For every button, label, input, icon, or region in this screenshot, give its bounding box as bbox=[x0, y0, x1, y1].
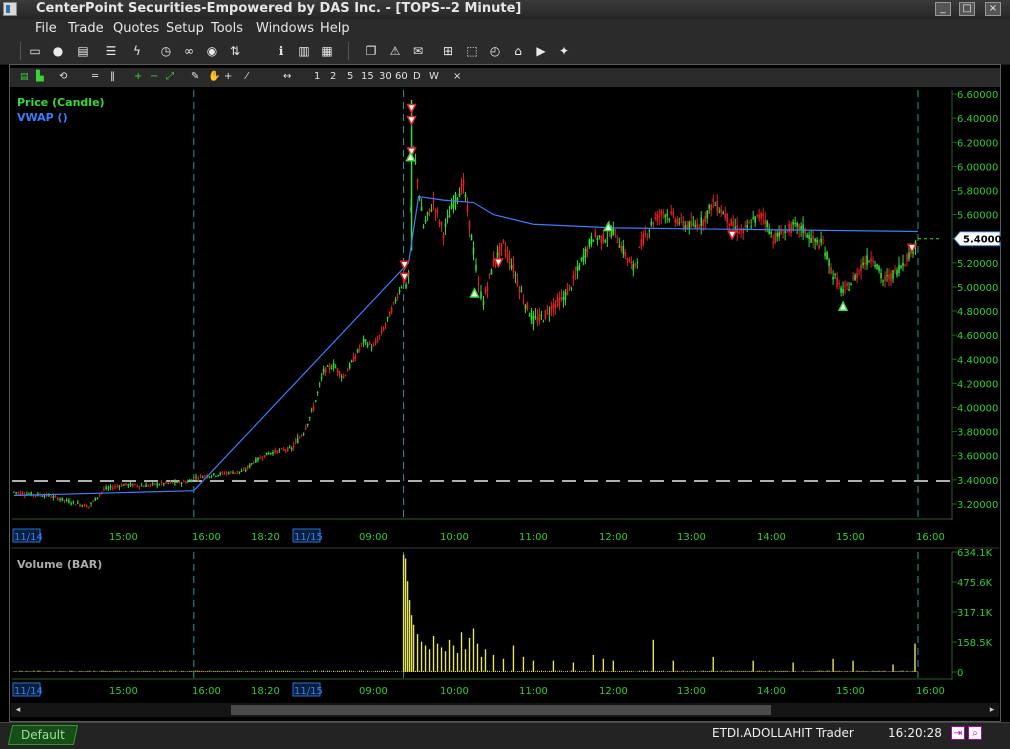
timer-icon[interactable]: ◴ bbox=[488, 44, 502, 58]
window-title: CenterPoint Securities-Empowered by DAS … bbox=[36, 1, 522, 16]
account-label: ETDI.ADOLLAHIT bbox=[712, 726, 813, 740]
vline-icon[interactable]: ‖ bbox=[110, 70, 115, 84]
user-icon[interactable]: ● bbox=[51, 44, 65, 58]
network-icon[interactable]: ⊞ bbox=[441, 44, 455, 58]
menu-tools[interactable]: Tools bbox=[211, 21, 243, 36]
interval-5[interactable]: 5 bbox=[347, 70, 353, 84]
minimize-button[interactable]: _ bbox=[935, 2, 951, 16]
chart-toolbar: ▤ ▙ ⟲ ═ ‖ + − ⤢ ✎ ✋ + ⁄ ↔ 1 2 5 15 30 60… bbox=[10, 68, 1000, 87]
sum-icon[interactable]: ▤ bbox=[20, 70, 29, 84]
flash-icon[interactable]: ϟ bbox=[130, 44, 144, 58]
montage-icon[interactable]: ▭ bbox=[28, 44, 42, 58]
list-icon[interactable]: ▤ bbox=[76, 44, 90, 58]
trendline-icon[interactable]: ⁄ bbox=[246, 70, 248, 84]
login-icon[interactable]: ⇥ bbox=[951, 726, 965, 740]
refresh-icon[interactable]: ⟲ bbox=[59, 70, 67, 84]
link-icon[interactable]: ∞ bbox=[182, 44, 196, 58]
youtube-icon[interactable]: ▶ bbox=[534, 44, 548, 58]
menu-quotes[interactable]: Quotes bbox=[113, 21, 159, 36]
menu-bar: File Trade Quotes Setup Tools Windows He… bbox=[0, 19, 1010, 54]
legend-vwap: VWAP () bbox=[17, 111, 68, 124]
home-icon[interactable]: ⌂ bbox=[511, 44, 525, 58]
status-bar: Default ETDI.ADOLLAHIT Trader 16:20:28 ⇥… bbox=[0, 722, 1010, 749]
twitter-icon[interactable]: ✦ bbox=[557, 44, 571, 58]
title-bar: CenterPoint Securities-Empowered by DAS … bbox=[0, 0, 1010, 20]
arrows-icon[interactable]: ⇅ bbox=[228, 44, 242, 58]
search-icon[interactable]: ⌕ bbox=[968, 726, 982, 740]
mail-icon[interactable]: ✉ bbox=[411, 44, 425, 58]
menu-file[interactable]: File bbox=[35, 21, 57, 36]
close-button[interactable]: × bbox=[985, 2, 1001, 16]
scroll-right-icon[interactable]: ▸ bbox=[987, 705, 997, 715]
pan-icon[interactable]: ↔ bbox=[283, 70, 291, 84]
clock-icon[interactable]: ◷ bbox=[159, 44, 173, 58]
copy-icon[interactable]: ❐ bbox=[364, 44, 378, 58]
fit-icon[interactable]: ⤢ bbox=[166, 70, 174, 84]
interval-1[interactable]: 1 bbox=[314, 70, 320, 84]
close-chart-toolbar-icon[interactable]: × bbox=[453, 70, 461, 84]
warning-icon[interactable]: ⚠ bbox=[388, 44, 402, 58]
interval-2[interactable]: 2 bbox=[330, 70, 336, 84]
crosshair-icon[interactable]: + bbox=[224, 70, 232, 84]
menu-setup[interactable]: Setup bbox=[166, 21, 204, 36]
interval-W[interactable]: W bbox=[429, 70, 439, 84]
chart-horizontal-scrollbar[interactable]: ◂ ▸ bbox=[11, 703, 999, 717]
interval-15[interactable]: 15 bbox=[361, 70, 374, 84]
chart-window bbox=[9, 64, 1001, 722]
info-icon[interactable]: ℹ bbox=[274, 44, 288, 58]
clock-label: 16:20:28 bbox=[888, 726, 942, 740]
hline-icon[interactable]: ═ bbox=[92, 70, 98, 84]
eye-icon[interactable]: ◉ bbox=[205, 44, 219, 58]
role-label: Trader bbox=[816, 726, 854, 740]
legend-volume: Volume (BAR) bbox=[17, 558, 103, 571]
app-icon[interactable] bbox=[3, 2, 17, 16]
chart-type-icon[interactable]: ▙ bbox=[36, 70, 44, 84]
select-icon[interactable]: ⬚ bbox=[465, 44, 479, 58]
menu-help[interactable]: Help bbox=[320, 21, 350, 36]
menu-windows[interactable]: Windows bbox=[256, 21, 314, 36]
interval-D[interactable]: D bbox=[413, 70, 421, 84]
legend-price: Price (Candle) bbox=[17, 96, 105, 109]
chart-icon[interactable]: ▥ bbox=[297, 44, 311, 58]
draw-icon[interactable]: ✎ bbox=[191, 70, 199, 84]
menu-trade[interactable]: Trade bbox=[68, 21, 104, 36]
main-toolbar: ▭ ● ▤ ☰ ϟ ◷ ∞ ◉ ⇅ ℹ ▥ ▦ ❐ ⚠ ✉ ⊞ ⬚ ◴ ⌂ ▶ … bbox=[0, 39, 1010, 65]
maximize-button[interactable]: □ bbox=[959, 2, 975, 16]
list-icon-2[interactable]: ☰ bbox=[104, 44, 118, 58]
zoom-out-icon[interactable]: − bbox=[150, 70, 158, 84]
layout-tab-default[interactable]: Default bbox=[7, 725, 78, 745]
toolbar-separator bbox=[20, 42, 21, 60]
toolbar-separator bbox=[348, 42, 349, 60]
hand-icon[interactable]: ✋ bbox=[208, 70, 220, 84]
interval-30[interactable]: 30 bbox=[379, 70, 392, 84]
document-icon[interactable]: ▦ bbox=[320, 44, 334, 58]
scrollbar-thumb[interactable] bbox=[231, 705, 771, 715]
zoom-in-icon[interactable]: + bbox=[134, 70, 142, 84]
layout-tab-label: Default bbox=[21, 728, 65, 742]
interval-60[interactable]: 60 bbox=[395, 70, 408, 84]
scroll-left-icon[interactable]: ◂ bbox=[13, 705, 23, 715]
